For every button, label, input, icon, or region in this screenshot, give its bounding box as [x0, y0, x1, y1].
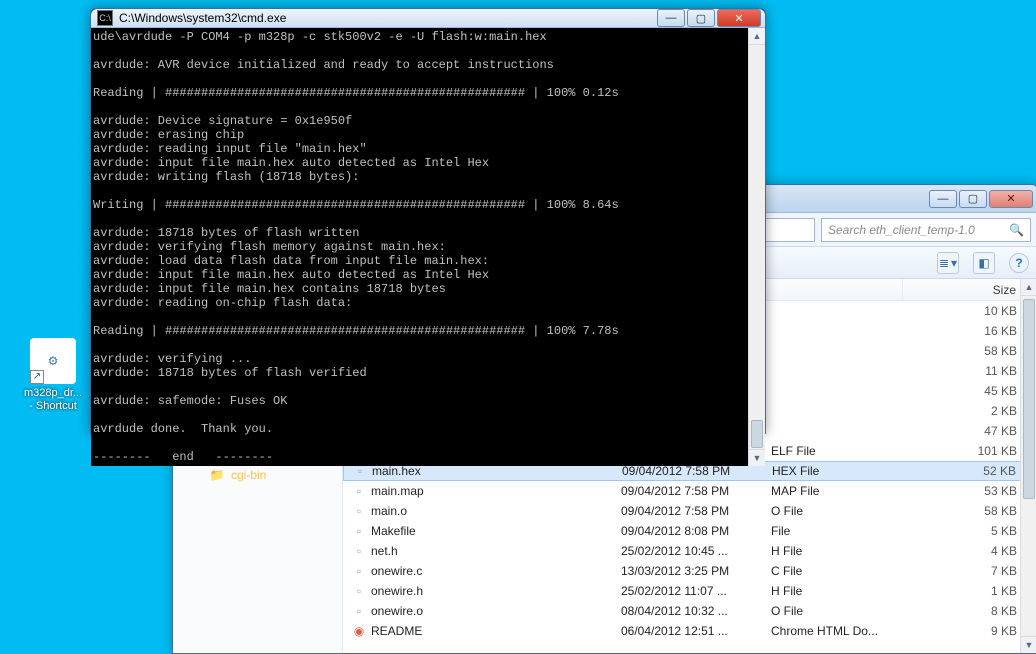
cell-name: main.o	[371, 504, 407, 518]
search-icon[interactable]: 🔍	[1009, 223, 1024, 237]
cell-size: 5 KB	[903, 524, 1036, 538]
cell-type: Chrome HTML Do...	[763, 624, 903, 638]
cell-name: README	[371, 624, 422, 638]
cell-date: 09/04/2012 7:58 PM	[613, 504, 763, 518]
maximize-button[interactable]: ▢	[687, 9, 715, 27]
cell-type: H File	[763, 584, 903, 598]
cmd-scrollbar[interactable]: ▲ ▼	[748, 28, 765, 466]
table-row[interactable]: ▫ onewire.o 08/04/2012 10:32 ...O File8 KB	[343, 601, 1036, 621]
cell-name: main.hex	[372, 464, 421, 478]
cell-size: 1 KB	[903, 584, 1036, 598]
cell-type: HEX File	[764, 464, 904, 478]
col-type[interactable]	[763, 279, 903, 300]
file-icon: ◉	[351, 624, 367, 638]
cmd-title: C:\Windows\system32\cmd.exe	[119, 11, 655, 25]
cell-name: net.h	[371, 544, 398, 558]
preview-pane-button[interactable]: ◧	[973, 252, 995, 274]
cmd-window[interactable]: C:\ C:\Windows\system32\cmd.exe — ▢ ✕ ud…	[90, 8, 766, 434]
file-icon: ▫	[351, 584, 367, 598]
scroll-down-icon[interactable]: ▼	[1021, 636, 1036, 653]
cell-size: 2 KB	[903, 404, 1036, 418]
cell-type: MAP File	[763, 484, 903, 498]
cell-date: 09/04/2012 8:08 PM	[613, 524, 763, 538]
cell-date: 13/03/2012 3:25 PM	[613, 564, 763, 578]
file-icon: ▫	[351, 544, 367, 558]
table-row[interactable]: ▫ onewire.h 25/02/2012 11:07 ...H File1 KB	[343, 581, 1036, 601]
scroll-up-icon[interactable]: ▲	[1021, 279, 1036, 296]
cell-size: 10 KB	[903, 304, 1036, 318]
scroll-up-icon[interactable]: ▲	[749, 28, 765, 45]
shortcut-arrow-icon: ↗	[30, 370, 44, 384]
cell-type: File	[763, 524, 903, 538]
file-icon: ▫	[351, 604, 367, 618]
table-row[interactable]: ▫ Makefile 09/04/2012 8:08 PMFile5 KB	[343, 521, 1036, 541]
help-button[interactable]: ?	[1009, 253, 1029, 273]
file-icon: ▫	[351, 564, 367, 578]
cell-type: O File	[763, 604, 903, 618]
file-icon: ▫	[351, 524, 367, 538]
scroll-thumb[interactable]	[751, 420, 763, 448]
desktop-shortcut-label: m328p_dr... - Shortcut	[24, 387, 82, 413]
scroll-down-icon[interactable]: ▼	[749, 449, 765, 466]
scroll-thumb[interactable]	[1023, 299, 1035, 499]
folder-icon: 📁	[209, 468, 225, 482]
cmd-icon: C:\	[97, 10, 113, 26]
cell-name: onewire.c	[371, 564, 422, 578]
sidebar-item-label: cgi-bin	[231, 468, 266, 482]
cell-name: onewire.o	[371, 604, 423, 618]
sidebar-item[interactable]: 📁 cgi-bin	[173, 465, 342, 485]
cell-size: 16 KB	[903, 324, 1036, 338]
table-row[interactable]: ◉ README 06/04/2012 12:51 ...Chrome HTML D…	[343, 621, 1036, 641]
col-size[interactable]: Size	[903, 279, 1036, 300]
cmd-titlebar[interactable]: C:\ C:\Windows\system32\cmd.exe — ▢ ✕	[91, 9, 765, 28]
cell-type: ELF File	[763, 444, 903, 458]
cell-size: 53 KB	[903, 484, 1036, 498]
cell-size: 52 KB	[904, 464, 1036, 478]
cell-date: 06/04/2012 12:51 ...	[613, 624, 763, 638]
cell-size: 101 KB	[903, 444, 1036, 458]
cell-size: 58 KB	[903, 344, 1036, 358]
cell-date: 08/04/2012 10:32 ...	[613, 604, 763, 618]
cell-date: 25/02/2012 11:07 ...	[613, 584, 763, 598]
cell-type: C File	[763, 564, 903, 578]
table-row[interactable]: ▫ main.map 09/04/2012 7:58 PMMAP File53 KB	[343, 481, 1036, 501]
cell-size: 7 KB	[903, 564, 1036, 578]
table-row[interactable]: ▫ onewire.c 13/03/2012 3:25 PMC File7 KB	[343, 561, 1036, 581]
cmd-output[interactable]: ude\avrdude -P COM4 -p m328p -c stk500v2…	[91, 28, 748, 466]
cell-size: 11 KB	[903, 364, 1036, 378]
search-input[interactable]: Search eth_client_temp-1.0 🔍	[821, 218, 1031, 242]
table-row[interactable]: ▫ main.o 09/04/2012 7:58 PMO File58 KB	[343, 501, 1036, 521]
maximize-button[interactable]: ▢	[959, 190, 987, 208]
cell-size: 9 KB	[903, 624, 1036, 638]
cell-date: 25/02/2012 10:45 ...	[613, 544, 763, 558]
close-button[interactable]: ✕	[989, 190, 1033, 208]
search-placeholder: Search eth_client_temp-1.0	[828, 223, 975, 237]
cell-size: 47 KB	[903, 424, 1036, 438]
cell-name: main.map	[371, 484, 424, 498]
table-row[interactable]: ▫ net.h 25/02/2012 10:45 ...H File4 KB	[343, 541, 1036, 561]
cell-type: H File	[763, 544, 903, 558]
cell-date: 09/04/2012 7:58 PM	[614, 464, 764, 478]
cell-size: 4 KB	[903, 544, 1036, 558]
cell-name: Makefile	[371, 524, 416, 538]
cell-type: O File	[763, 504, 903, 518]
file-icon: ▫	[351, 484, 367, 498]
cell-size: 45 KB	[903, 384, 1036, 398]
cell-size: 58 KB	[903, 504, 1036, 518]
desktop-shortcut[interactable]: ⚙ ↗ m328p_dr... - Shortcut	[16, 338, 90, 413]
cell-date: 09/04/2012 7:58 PM	[613, 484, 763, 498]
minimize-button[interactable]: —	[929, 190, 957, 208]
filelist-scrollbar[interactable]: ▲ ▼	[1020, 279, 1036, 653]
file-icon: ▫	[351, 504, 367, 518]
minimize-button[interactable]: —	[657, 9, 685, 27]
view-mode-button[interactable]: ≣	[937, 252, 959, 274]
cell-name: onewire.h	[371, 584, 423, 598]
close-button[interactable]: ✕	[717, 9, 761, 27]
file-icon: ▫	[352, 464, 368, 478]
cell-size: 8 KB	[903, 604, 1036, 618]
